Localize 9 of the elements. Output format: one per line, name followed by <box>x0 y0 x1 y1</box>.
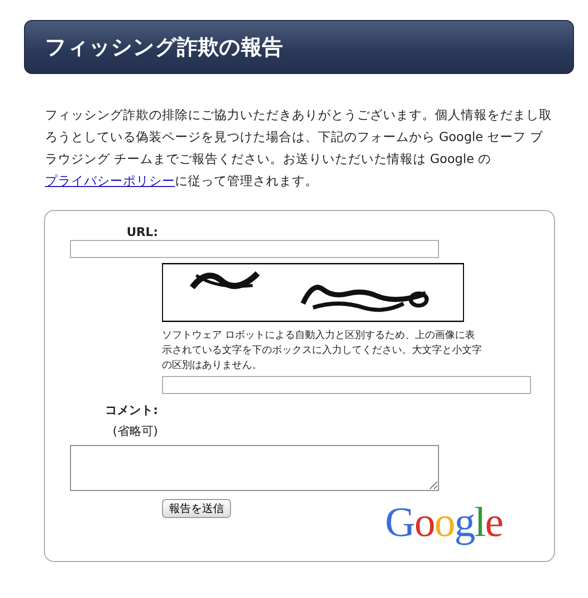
captcha-instructions: ソフトウェア ロボットによる自動入力と区別するため、上の画像に表示されている文字を下のボックスに入力してください。大文字と小文字の区別はありません。 <box>162 328 482 373</box>
page-title: フィッシング詐欺の報告 <box>45 34 283 61</box>
privacy-policy-link[interactable]: プライバシーポリシー <box>45 173 175 188</box>
google-logo: Google <box>385 499 503 547</box>
submit-button[interactable]: 報告を送信 <box>162 499 231 518</box>
comment-label: コメント: <box>104 402 158 419</box>
optional-note: (省略可) <box>112 423 158 440</box>
url-label: URL: <box>126 225 158 239</box>
intro-paragraph: フィッシング詐欺の排除にご協力いただきありがとうございます。個人情報をだまし取ろうとしている偽装ページを見つけた場合は、下記のフォームから Google セーフ ブラウジング チームまでご報告ください。お送りいただいた情報は Google の プライバシーポリシーに従って管理されます。 <box>45 106 553 190</box>
